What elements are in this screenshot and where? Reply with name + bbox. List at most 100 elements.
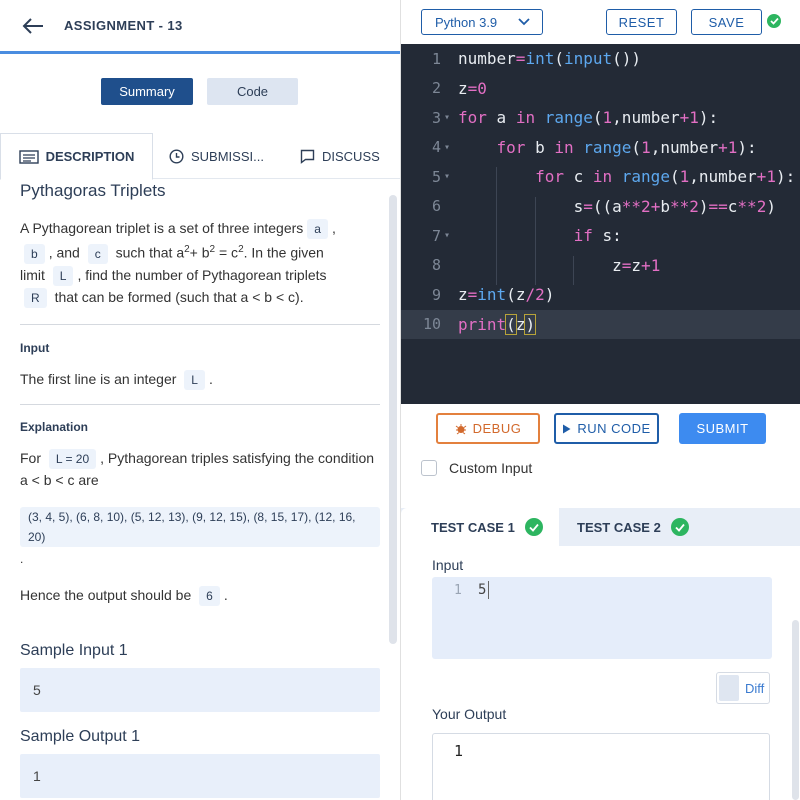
var-chip: c (87, 243, 108, 264)
statement-text: A Pythagorean triplet is a set of three … (20, 220, 304, 236)
description-content: Pythagoras Triplets A Pythagorean triple… (20, 179, 380, 798)
custom-input-toggle[interactable]: Custom Input (421, 460, 532, 476)
period: . (208, 370, 213, 387)
var-chip: b (24, 243, 45, 264)
explanation-text: For L = 20, Pythagorean triples satisfyi… (20, 447, 380, 491)
fold-icon[interactable]: ▾ (441, 112, 458, 123)
line-number: 8 (431, 256, 441, 275)
period: . (20, 551, 24, 566)
editor-toolbar: Python 3.9 RESET SAVE (401, 0, 800, 44)
tab-description-label: DESCRIPTION (45, 149, 135, 164)
tab-testcase-2[interactable]: TEST CASE 2 (577, 508, 689, 546)
tab-submissions[interactable]: SUBMISSI... (169, 133, 264, 179)
debug-button[interactable]: DEBUG (436, 413, 540, 444)
testcase-2-label: TEST CASE 2 (577, 519, 661, 535)
language-value: Python 3.9 (435, 14, 498, 30)
tab-discuss-label: DISCUSS (322, 148, 380, 164)
tab-discuss[interactable]: DISCUSS (300, 133, 380, 179)
input-heading: Input (20, 340, 50, 355)
triples-chip: (3, 4, 5), (6, 8, 10), (5, 12, 13), (9, … (20, 506, 380, 547)
code-line: 2 z=0 (401, 74, 800, 104)
testcase-tabs: TEST CASE 1 TEST CASE 2 (401, 508, 800, 546)
var-chip: 6 (199, 585, 220, 606)
fold-icon[interactable]: ▾ (441, 230, 458, 241)
code-line: 6 s=((a**2+b**2)==c**2) (401, 192, 800, 227)
statement-text: , (331, 220, 336, 236)
var-chip: R (24, 287, 47, 308)
custom-input-checkbox[interactable] (421, 460, 437, 476)
tab-description[interactable]: DESCRIPTION (0, 133, 153, 180)
code-line: 4 ▾ for b in range(1,number+1): (401, 133, 800, 163)
hence-label: Hence the output should be (20, 586, 192, 603)
diff-button[interactable]: Diff (716, 672, 770, 704)
problem-tabs: DESCRIPTION SUBMISSI... DISCUSS (0, 133, 400, 180)
view-toggle: Summary Code (101, 78, 298, 105)
output-label: Your Output (432, 706, 507, 722)
diff-toggle-switch (719, 675, 739, 701)
code-line: 7 ▾ if s: (401, 221, 800, 256)
line-number: 4 (431, 138, 441, 157)
sample-output-box: 1 (20, 753, 380, 798)
app-root: ASSIGNMENT - 13 Summary Code DESCRIPTION… (0, 0, 800, 800)
line-number: 5 (431, 167, 441, 186)
line-number: 3 (431, 108, 441, 127)
editor-panel: Python 3.9 RESET SAVE 1 number=int(input… (400, 0, 800, 800)
save-button[interactable]: SAVE (691, 9, 762, 35)
statement-text: , and (48, 244, 80, 261)
divider (20, 323, 380, 325)
chevron-down-icon (517, 16, 531, 31)
code-line: 3 ▾ for a in range(1,number+1): (401, 103, 800, 133)
explanation-for: For (20, 449, 41, 466)
code-editor[interactable]: 1 number=int(input()) 2 z=0 3 ▾ for a in … (401, 44, 800, 404)
summary-toggle-button[interactable]: Summary (101, 78, 193, 105)
line-number: 6 (431, 197, 441, 216)
input-description: The first line is an integer L. (20, 368, 380, 390)
line-number: 2 (431, 79, 441, 98)
comment-icon (300, 149, 315, 164)
fold-icon[interactable]: ▾ (441, 171, 458, 182)
action-bar: DEBUG RUN CODE SUBMIT (401, 413, 800, 445)
var-chip: a (307, 219, 328, 239)
sample-output-label: Sample Output 1 (20, 727, 141, 745)
play-icon (562, 424, 571, 434)
tab-submissions-label: SUBMISSI... (191, 148, 264, 164)
pass-check-icon (670, 518, 689, 536)
explanation-heading: Explanation (20, 419, 89, 434)
reset-button[interactable]: RESET (606, 9, 677, 35)
code-toggle-button[interactable]: Code (207, 78, 298, 105)
diff-label: Diff (745, 680, 765, 696)
line-number: 9 (431, 285, 441, 304)
custom-input-label: Custom Input (449, 460, 533, 476)
scrollbar[interactable] (389, 195, 397, 644)
line-number: 7 (431, 226, 441, 245)
code-line: 5 ▾ for c in range(1,number+1): (401, 162, 800, 197)
text-cursor (488, 581, 489, 599)
run-label: RUN CODE (577, 421, 651, 436)
code-line-current: 10 print(z) (401, 309, 800, 339)
input-text: The first line is an integer (20, 370, 177, 387)
tab-testcase-1[interactable]: TEST CASE 1 (401, 508, 559, 546)
var-chip: L (52, 265, 74, 286)
triples-list: (3, 4, 5), (6, 8, 10), (5, 12, 13), (9, … (20, 506, 380, 570)
var-chip: L (184, 369, 205, 390)
testcase-input-editor[interactable]: 1 5 (432, 577, 772, 659)
back-arrow-icon[interactable] (22, 16, 46, 36)
code-line: 9 z=int(z/2) (401, 280, 800, 310)
testcase-1-label: TEST CASE 1 (431, 519, 515, 535)
scrollbar[interactable] (792, 620, 799, 800)
run-code-button[interactable]: RUN CODE (554, 413, 659, 444)
clock-icon (169, 148, 184, 164)
statement-text: limit (20, 266, 45, 283)
description-icon (18, 149, 39, 164)
input-value: 5 (478, 582, 487, 598)
code-line: 1 number=int(input()) (401, 44, 800, 74)
fold-icon[interactable]: ▾ (441, 142, 458, 153)
problem-panel: ASSIGNMENT - 13 Summary Code DESCRIPTION… (0, 0, 400, 800)
input-label: Input (432, 557, 464, 573)
bug-icon (455, 423, 467, 435)
page-title: ASSIGNMENT - 13 (64, 18, 183, 33)
saved-check-icon (767, 14, 781, 28)
submit-button[interactable]: SUBMIT (679, 413, 766, 444)
language-select[interactable]: Python 3.9 (421, 9, 543, 35)
header: ASSIGNMENT - 13 (0, 0, 400, 54)
